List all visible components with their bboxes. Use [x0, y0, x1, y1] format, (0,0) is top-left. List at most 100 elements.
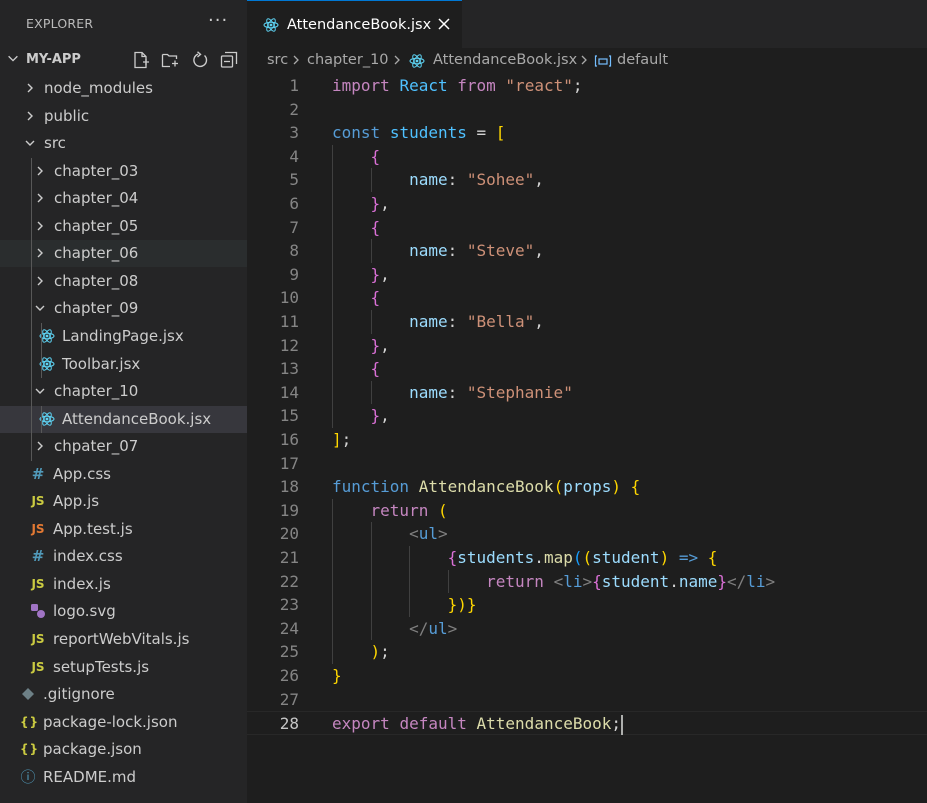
tree-item-chapter-10[interactable]: chapter_10	[0, 378, 247, 405]
tree-item-label: App.test.js	[53, 519, 133, 538]
tree-item-chapter-03[interactable]: chapter_03	[0, 158, 247, 185]
tree-item-package-json[interactable]: {} package.json	[0, 736, 247, 763]
code-text: {	[370, 146, 381, 166]
tree-item-logo-svg[interactable]: logo.svg	[0, 598, 247, 625]
tree-item-label: public	[44, 106, 90, 125]
breadcrumb-chapter-10[interactable]: chapter_10	[307, 52, 389, 68]
code-line[interactable]: 5 name: "Sohee",	[247, 168, 927, 192]
breadcrumb-symbol[interactable]: default	[617, 52, 668, 68]
code-line[interactable]: 25 );	[247, 640, 927, 664]
tree-item-readme-md[interactable]: ⓘ README.md	[0, 764, 247, 791]
code-line[interactable]: 15 },	[247, 404, 927, 428]
chevron-right-icon	[37, 193, 43, 203]
new-folder-icon[interactable]	[161, 51, 179, 69]
explorer-header: EXPLORER ···	[0, 0, 247, 48]
tree-item-label: .gitignore	[43, 685, 115, 704]
code-line[interactable]: 8 name: "Steve",	[247, 239, 927, 263]
project-header[interactable]: MY-APP	[0, 48, 247, 74]
code-text: return <li>{student.name}</li>	[486, 571, 776, 591]
new-file-icon[interactable]	[132, 51, 150, 69]
explorer-title: EXPLORER	[26, 16, 94, 31]
code-line[interactable]: 28 export default AttendanceBook;	[247, 711, 927, 735]
tree-item-label: chpater_07	[54, 437, 139, 456]
tree-item-chpater-07[interactable]: chpater_07	[0, 433, 247, 460]
line-number: 15	[279, 406, 299, 426]
tree-item-app-css[interactable]: # App.css	[0, 461, 247, 488]
code-line[interactable]: 26}	[247, 664, 927, 688]
code-line[interactable]: 13 {	[247, 357, 927, 381]
tree-item-public[interactable]: public	[0, 103, 247, 130]
tree-item-attendancebook-jsx[interactable]: AttendanceBook.jsx	[0, 405, 247, 433]
code-line[interactable]: 22 return <li>{student.name}</li>	[247, 570, 927, 594]
refresh-icon[interactable]	[191, 51, 209, 69]
code-line[interactable]: 20 <ul>	[247, 522, 927, 546]
editor-area: AttendanceBook.jsx src chapter_10 Attend…	[247, 0, 927, 803]
line-number: 11	[279, 312, 299, 331]
react-icon	[409, 54, 425, 68]
code-line[interactable]: 9 },	[247, 263, 927, 287]
code-line[interactable]: 10 {	[247, 286, 927, 310]
indent-guide	[41, 322, 42, 379]
code-text: },	[370, 264, 390, 284]
tree-item-gitignore[interactable]: .gitignore	[0, 681, 247, 708]
tree-item-label: Toolbar.jsx	[62, 354, 141, 373]
code-text: </ul>	[409, 618, 458, 638]
code-line[interactable]: 12 },	[247, 334, 927, 358]
tree-item-index-css[interactable]: # index.css	[0, 543, 247, 570]
code-text: name: "Steve",	[409, 241, 544, 261]
line-number: 25	[279, 642, 299, 662]
tree-item-landingpage-jsx[interactable]: LandingPage.jsx	[0, 323, 247, 350]
tree-item-chapter-04[interactable]: chapter_04	[0, 185, 247, 212]
tree-item-setuptests-js[interactable]: JS setupTests.js	[0, 654, 247, 681]
code-line[interactable]: 18 function AttendanceBook(props) {	[247, 475, 927, 499]
tab-attendancebook[interactable]: AttendanceBook.jsx	[247, 0, 462, 48]
tree-item-src[interactable]: src	[0, 130, 247, 157]
tree-item-chapter-05[interactable]: chapter_05	[0, 213, 247, 240]
tree-item-index-js[interactable]: JS index.js	[0, 571, 247, 598]
code-text: },	[370, 335, 390, 355]
tree-item-reportwebvitals-js[interactable]: JS reportWebVitals.js	[0, 626, 247, 653]
tree-item-label: package-lock.json	[43, 712, 178, 731]
tree-item-chapter-08[interactable]: chapter_08	[0, 268, 247, 295]
tree-item-chapter-06[interactable]: chapter_06	[0, 240, 247, 268]
line-number: 10	[279, 288, 299, 308]
tree-item-package-lock-json[interactable]: {} package-lock.json	[0, 709, 247, 736]
line-number: 18	[279, 477, 299, 497]
code-line[interactable]: 24 </ul>	[247, 617, 927, 641]
image-icon	[30, 603, 46, 619]
tree-item-toolbar-jsx[interactable]: Toolbar.jsx	[0, 351, 247, 378]
line-number: 21	[279, 548, 299, 567]
code-line[interactable]: 23 })}	[247, 593, 927, 617]
tree-item-node-modules[interactable]: node_modules	[0, 75, 247, 102]
collapse-all-icon[interactable]	[220, 51, 238, 69]
code-line[interactable]: 16];	[247, 428, 927, 452]
code-line[interactable]: 14 name: "Stephanie"	[247, 381, 927, 405]
tree-item-app-js[interactable]: JS App.js	[0, 488, 247, 515]
tree-item-chapter-09[interactable]: chapter_09	[0, 295, 247, 322]
code-line[interactable]: 7 {	[247, 216, 927, 240]
close-icon[interactable]	[437, 17, 451, 31]
code-line[interactable]: 2	[247, 98, 927, 122]
more-actions-icon[interactable]: ···	[208, 10, 228, 31]
code-line[interactable]: 11 name: "Bella",	[247, 310, 927, 334]
code-line[interactable]: 19 return (	[247, 499, 927, 523]
react-icon	[263, 18, 279, 32]
text-cursor	[621, 714, 624, 735]
code-line[interactable]: 21 {students.map((student) => {	[247, 546, 927, 570]
code-line[interactable]: 1 import React from "react";	[247, 74, 927, 98]
line-number: 17	[279, 453, 299, 473]
breadcrumb-file[interactable]: AttendanceBook.jsx	[433, 52, 577, 68]
code-line[interactable]: 3 const students = [	[247, 121, 927, 145]
code-line[interactable]: 6 },	[247, 192, 927, 216]
code-line[interactable]: 17	[247, 452, 927, 476]
chevron-right-icon	[37, 441, 43, 451]
css-icon: #	[31, 464, 45, 483]
chevron-right-icon	[37, 221, 43, 231]
breadcrumb-src[interactable]: src	[267, 52, 288, 68]
tree-item-app-test-js[interactable]: JS App.test.js	[0, 516, 247, 543]
line-number: 22	[279, 571, 299, 591]
code-line[interactable]: 27	[247, 688, 927, 712]
code-text: const students = [	[332, 123, 506, 143]
line-number: 20	[279, 524, 299, 544]
code-line[interactable]: 4 {	[247, 145, 927, 169]
